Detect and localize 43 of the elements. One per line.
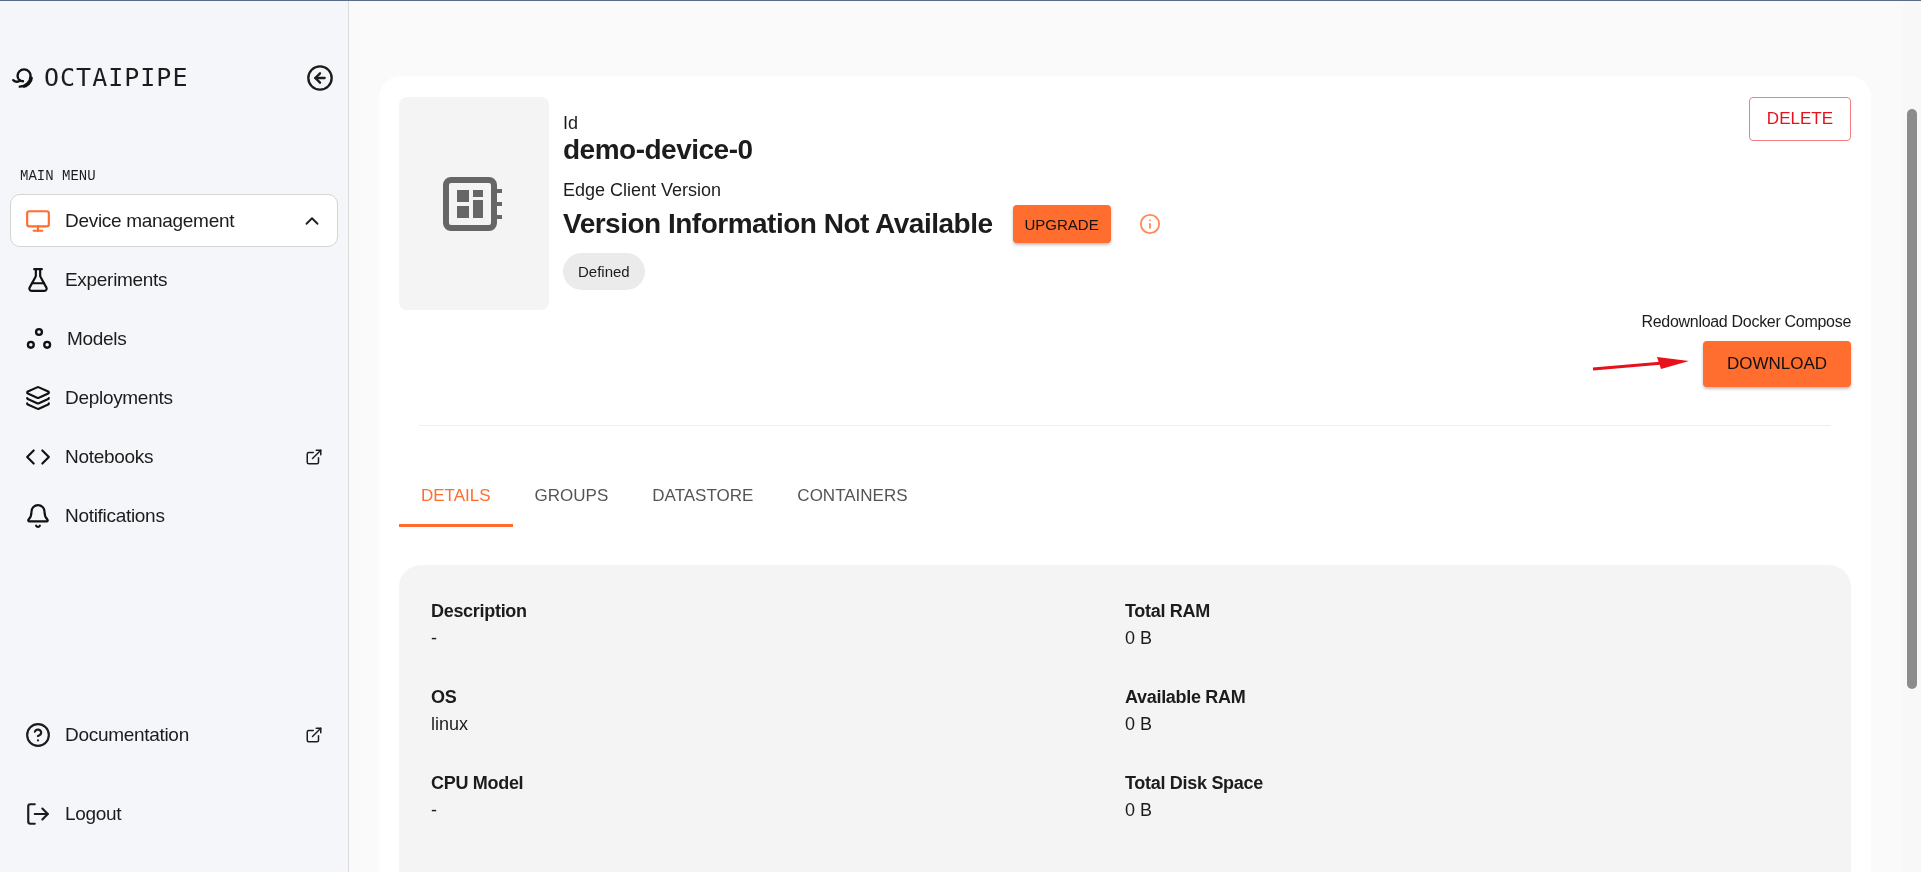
nav-item[interactable]: Notebooks <box>10 430 338 483</box>
tab[interactable]: DATASTORE <box>630 466 776 527</box>
nav-icon <box>25 266 51 293</box>
field-value: - <box>431 800 437 821</box>
nav-item[interactable]: Models <box>10 312 338 365</box>
field-value: 0 B <box>1125 628 1153 649</box>
nav-icon <box>25 207 51 234</box>
version-label: Edge Client Version <box>563 180 723 201</box>
field-label: Description <box>431 601 527 622</box>
info-icon[interactable] <box>1138 213 1161 235</box>
download-button[interactable]: DOWNLOAD <box>1702 341 1851 387</box>
tab[interactable]: CONTAINERS <box>775 466 930 527</box>
help-icon <box>25 721 51 748</box>
field-label: CPU Model <box>431 773 524 794</box>
upgrade-button[interactable]: UPGRADE <box>1012 205 1111 243</box>
section-label: MAIN MENU <box>20 168 97 184</box>
nav-item[interactable]: Documentation <box>10 708 338 761</box>
version-text: Version Information Not Available <box>563 208 993 240</box>
device-id: demo-device-0 <box>563 134 754 166</box>
nav-icon <box>25 502 51 529</box>
nav-icon <box>25 384 51 411</box>
field-value: linux <box>431 714 469 735</box>
nav-item[interactable]: Deployments <box>10 371 338 424</box>
field-label: Total Disk Space <box>1125 773 1263 794</box>
collapse-icon[interactable] <box>306 63 334 92</box>
tab[interactable]: GROUPS <box>512 466 631 527</box>
status-badge: Defined <box>563 253 645 290</box>
field-label: Total RAM <box>1125 601 1210 622</box>
id-label: Id <box>563 113 579 134</box>
field-label: OS <box>431 687 457 708</box>
logout-icon <box>25 800 51 827</box>
delete-button[interactable]: DELETE <box>1748 97 1851 141</box>
brand-name: OCTAIPIPE <box>44 63 189 92</box>
redownload-label: Redownload Docker Compose <box>1641 313 1851 331</box>
nav-item[interactable]: Logout <box>10 787 338 840</box>
device-icon <box>443 176 505 231</box>
field-value: - <box>431 628 437 649</box>
nav-item[interactable]: Device management <box>10 194 338 247</box>
field-value: 0 B <box>1125 714 1153 735</box>
nav-item[interactable]: Experiments <box>10 253 338 306</box>
nav-item[interactable]: Notifications <box>10 489 338 542</box>
field-value: 0 B <box>1125 800 1153 821</box>
field-label: Available RAM <box>1125 687 1246 708</box>
